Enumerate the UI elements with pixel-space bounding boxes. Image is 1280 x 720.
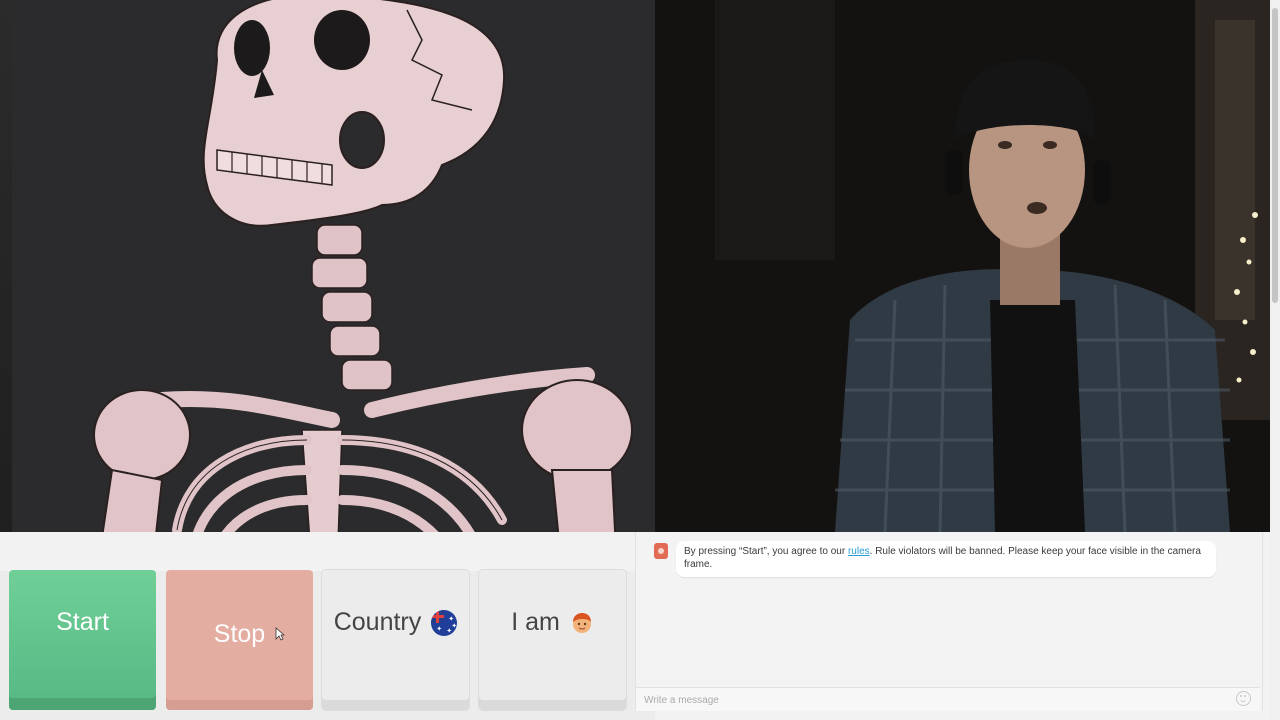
stop-button[interactable]: Stop bbox=[166, 570, 313, 710]
remote-person bbox=[655, 0, 1270, 532]
gender-button-label: I am bbox=[511, 608, 560, 636]
country-button-content: Country ✦ ✦ ✦ ✦ bbox=[334, 608, 458, 637]
background-strip bbox=[0, 0, 12, 540]
start-button-label: Start bbox=[56, 608, 109, 636]
video-chat-app: Start Stop Country ✦ ✦ ✦ ✦ I am By press… bbox=[0, 0, 1280, 720]
system-message: By pressing “Start”, you agree to our ru… bbox=[676, 541, 1216, 577]
country-button[interactable]: Country ✦ ✦ ✦ ✦ bbox=[322, 570, 469, 710]
start-button[interactable]: Start bbox=[9, 570, 156, 710]
gender-button-content: I am bbox=[511, 608, 594, 637]
scrollbar-thumb[interactable] bbox=[1272, 8, 1278, 303]
remote-video bbox=[655, 0, 1270, 532]
boy-face-icon bbox=[572, 612, 591, 633]
system-avatar-icon bbox=[654, 543, 668, 559]
australia-flag-icon: ✦ ✦ ✦ ✦ bbox=[431, 609, 458, 636]
mouse-cursor-icon bbox=[275, 627, 285, 641]
local-video bbox=[12, 0, 655, 571]
rules-link[interactable]: rules bbox=[848, 546, 870, 557]
smiley-icon[interactable] bbox=[1236, 691, 1251, 706]
country-button-label: Country bbox=[333, 608, 422, 636]
skeleton-artwork bbox=[12, 0, 655, 571]
stop-button-label: Stop bbox=[213, 620, 266, 648]
page-scrollbar[interactable] bbox=[1270, 0, 1280, 720]
system-message-pre: By pressing “Start”, you agree to our bbox=[684, 546, 848, 557]
message-input[interactable] bbox=[642, 691, 1226, 710]
gender-button[interactable]: I am bbox=[479, 570, 626, 710]
message-bar bbox=[636, 687, 1260, 711]
